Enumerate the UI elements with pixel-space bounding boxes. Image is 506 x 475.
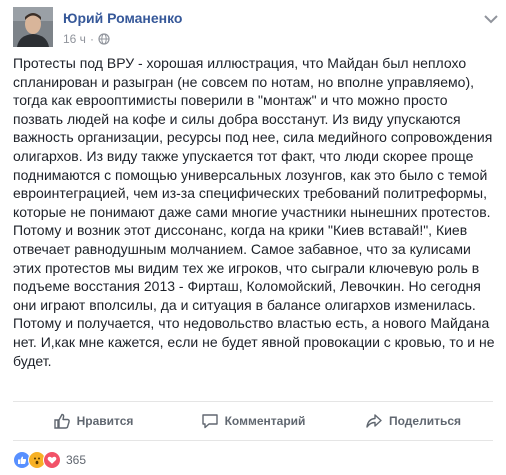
- reactions-summary[interactable]: 365: [13, 451, 86, 469]
- love-reaction-icon: [43, 451, 61, 469]
- author-name[interactable]: Юрий Романенко: [63, 10, 182, 26]
- post-body: Протесты под ВРУ - хорошая иллюстрация, …: [13, 55, 495, 369]
- post-meta: 16 ч ·: [63, 32, 110, 46]
- facebook-post: Юрий Романенко 16 ч · Протесты под ВРУ -…: [0, 0, 506, 475]
- reactions-count[interactable]: 365: [66, 453, 86, 467]
- author-avatar[interactable]: [13, 7, 53, 47]
- like-label: Нравится: [76, 414, 134, 428]
- comment-icon: [201, 414, 218, 429]
- chevron-down-icon[interactable]: [483, 13, 499, 25]
- divider: [13, 440, 493, 441]
- like-button[interactable]: Нравится: [13, 402, 173, 440]
- share-icon: [366, 414, 382, 428]
- globe-icon: [98, 33, 110, 45]
- comment-label: Комментарий: [224, 414, 306, 428]
- post-timestamp[interactable]: 16 ч: [63, 32, 86, 46]
- meta-separator: ·: [89, 32, 94, 46]
- avatar-photo-icon: [13, 7, 53, 47]
- share-label: Поделиться: [388, 414, 462, 428]
- thumbs-up-icon: [53, 413, 70, 429]
- comment-button[interactable]: Комментарий: [173, 402, 333, 440]
- share-button[interactable]: Поделиться: [333, 402, 493, 440]
- post-actions: Нравится Комментарий Поделиться: [13, 402, 493, 440]
- post-header: Юрий Романенко 16 ч ·: [13, 7, 503, 51]
